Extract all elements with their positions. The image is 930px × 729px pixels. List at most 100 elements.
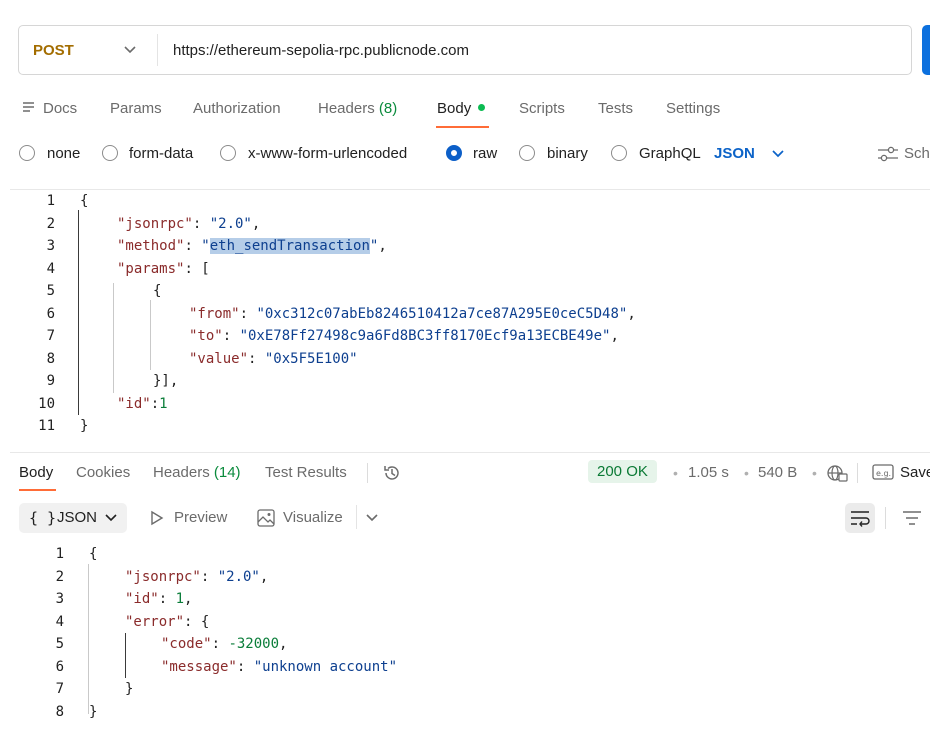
save-response-button[interactable]: Save [900,464,930,481]
response-tab-cookies[interactable]: Cookies [76,464,130,481]
code-line: "value": "0x5F5E100" [189,351,358,367]
visualize-button[interactable]: Visualize [283,509,343,526]
separator-dot: • [673,465,678,481]
json-key: "message" [161,659,237,675]
code-line: { [80,193,89,209]
radio-form-data[interactable] [102,145,118,161]
radio-urlencoded-label: x-www-form-urlencoded [248,145,408,162]
line-number: 10 [38,396,55,412]
sliders-icon[interactable] [877,146,899,162]
chevron-down-icon[interactable] [365,512,379,524]
separator-dot: • [812,465,817,481]
radio-raw[interactable] [446,145,462,161]
json-key: "code" [161,636,212,652]
response-tab-headers-label: Headers [153,464,210,481]
status-badge[interactable]: 200 OK [588,460,657,483]
line-number: 2 [46,216,55,232]
json-key: "jsonrpc" [125,569,201,585]
docs-icon [23,102,34,112]
radio-urlencoded[interactable] [220,145,236,161]
schema-button[interactable]: Sch [904,145,930,162]
divider [885,507,886,529]
json-string: "2.0" [217,569,260,585]
response-tab-headers[interactable]: Headers (14) [153,464,241,481]
line-number: 6 [55,659,64,675]
response-tab-underline [19,489,56,491]
response-tab-body[interactable]: Body [19,464,53,481]
json-key: "id" [125,591,159,607]
code-line: "from": "0xc312c07abEb8246510412a7ce87A2… [189,306,636,322]
indent-guide [113,283,114,393]
divider [356,505,357,529]
response-tab-headers-count: (14) [213,464,241,481]
json-key: "method" [117,238,185,254]
line-number: 3 [55,591,64,607]
indent-guide [88,564,89,714]
tab-tests[interactable]: Tests [598,100,633,117]
code-line: "id": 1, [125,591,193,607]
response-tab-test-results[interactable]: Test Results [265,464,347,481]
url-divider [157,34,158,66]
tab-params[interactable]: Params [110,100,162,117]
divider [857,463,858,483]
code-line: { [89,546,98,562]
code-line: "jsonrpc": "2.0", [125,569,269,585]
radio-graphql-label: GraphQL [639,145,701,162]
radio-binary[interactable] [519,145,535,161]
filter-icon[interactable] [902,510,922,526]
selected-text: eth_sendTransaction [209,238,370,254]
code-line: "error": { [125,614,210,630]
tab-headers[interactable]: Headers (8) [318,100,397,117]
separator-dot: • [744,465,749,481]
code-line: "id":1 [117,396,168,412]
radio-graphql[interactable] [611,145,627,161]
example-icon[interactable]: e.g. [872,463,894,481]
line-number: 8 [55,704,64,720]
json-key: "id" [117,396,151,412]
tab-scripts[interactable]: Scripts [519,100,565,117]
chevron-down-icon[interactable] [123,42,137,56]
line-number: 7 [46,328,55,344]
response-time[interactable]: 1.05 s [688,464,729,481]
response-body-viewer[interactable]: 1 2 3 4 5 6 7 8 { "jsonrpc": "2.0", "id"… [0,543,930,729]
method-select[interactable]: POST [33,42,74,59]
preview-button[interactable]: Preview [174,509,227,526]
json-key: "from" [189,306,240,322]
line-number: 1 [46,193,55,209]
svg-text:e.g.: e.g. [876,469,891,478]
line-number: 2 [55,569,64,585]
body-format-label: JSON [714,145,755,162]
json-string: "unknown account" [253,659,398,675]
tab-settings[interactable]: Settings [666,100,720,117]
tab-body[interactable]: Body [437,100,486,117]
json-string: "0x5F5E100" [264,351,358,367]
globe-icon[interactable] [826,463,848,483]
line-number: 5 [55,636,64,652]
json-key: "params" [117,261,185,277]
history-icon[interactable] [382,463,402,483]
indent-guide [125,633,126,678]
line-number: 7 [55,681,64,697]
send-button[interactable] [922,25,930,75]
url-input[interactable]: https://ethereum-sepolia-rpc.publicnode.… [173,42,469,59]
response-format-label: JSON [57,509,98,526]
code-line: "method": "eth_sendTransaction", [117,238,387,254]
request-body-editor[interactable]: 1 2 3 4 5 6 7 8 9 10 11 { "jsonrpc": "2.… [0,190,930,440]
radio-binary-label: binary [547,145,588,162]
code-line: "to": "0xE78Ff27498c9a6Fd8BC3ff8170Ecf9a… [189,328,619,344]
indent-guide [150,300,151,370]
active-tab-underline [436,126,489,128]
chevron-down-icon[interactable] [771,148,785,160]
line-number: 4 [55,614,64,630]
code-line: } [125,681,134,697]
play-icon [151,510,164,526]
body-format-select[interactable]: JSON [714,145,755,162]
divider [367,463,368,483]
tab-docs[interactable]: Docs [43,100,77,117]
radio-none[interactable] [19,145,35,161]
radio-raw-label: raw [473,145,498,162]
radio-none-label: none [47,145,81,162]
tab-authorization[interactable]: Authorization [193,100,281,117]
response-size[interactable]: 540 B [758,464,797,481]
response-divider [10,452,930,453]
